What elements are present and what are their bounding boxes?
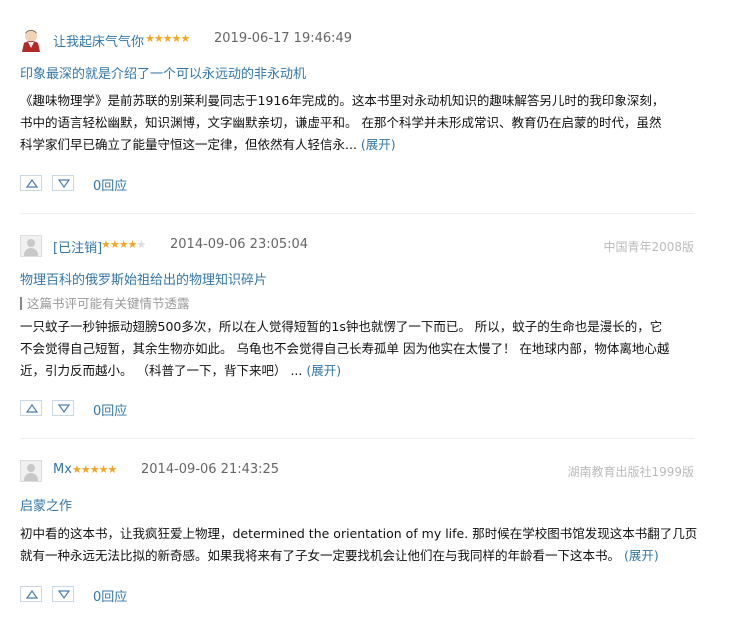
review-line: 书中的语言轻松幽默，知识渊博，文字幽默亲切，谦虚平和。 在那个科学并未形成常识、…: [20, 115, 662, 130]
review-body: 初中看的这本书，让我疯狂爱上物理，determined the orientat…: [20, 523, 700, 567]
review-body: 一只蚊子一秒钟振动翅膀500多次，所以在人觉得短暂的1s钟也就愣了一下而已。 所…: [20, 316, 700, 382]
expand-link[interactable]: (展开): [306, 363, 341, 378]
rating-stars-empty: ★: [136, 238, 146, 251]
review-line-last: 科学家们早已确立了能量守恒这一定律，但依然有人轻信永... (展开): [20, 134, 700, 156]
downvote-icon: [58, 179, 70, 188]
review-line-last: 就有一种永远无法比拟的新奇感。如果我将来有了子女一定要找机会让他们在与我同样的年…: [20, 545, 700, 567]
rating-stars: ★★★★★: [72, 463, 117, 476]
review-edition: 中国青年2008版: [603, 240, 694, 254]
rating-stars: ★★★★★: [101, 238, 146, 251]
user-avatar[interactable]: [20, 235, 42, 257]
review-username[interactable]: Mx: [53, 462, 72, 477]
review-divider: [20, 438, 695, 439]
upvote-icon: [26, 590, 38, 599]
downvote-button[interactable]: [52, 400, 74, 416]
review-line: 《趣味物理学》是前苏联的别莱利曼同志于1916年完成的。这本书里对永动机知识的趣…: [20, 93, 665, 108]
review-time: 2019-06-17 19:46:49: [214, 31, 353, 46]
expand-link[interactable]: (展开): [361, 137, 396, 152]
review-body: 《趣味物理学》是前苏联的别莱利曼同志于1916年完成的。这本书里对永动机知识的趣…: [20, 90, 700, 156]
review-line: 不会觉得自己短暂，其余生物亦如此。 乌龟也不会觉得自己长寿孤单 因为他实在太慢了…: [20, 341, 670, 356]
review-title[interactable]: 物理百科的俄罗斯始祖给出的物理知识碎片: [20, 269, 267, 288]
review-time: 2014-09-06 23:05:04: [170, 237, 309, 252]
reply-count-link[interactable]: 0回应: [93, 586, 127, 605]
user-avatar[interactable]: [20, 28, 42, 52]
review-time: 2014-09-06 21:43:25: [141, 462, 280, 477]
spoiler-warning: 这篇书评可能有关键情节透露: [20, 297, 190, 310]
downvote-icon: [58, 590, 70, 599]
review-divider: [20, 213, 695, 214]
downvote-button[interactable]: [52, 175, 74, 191]
review-line: 就有一种永远无法比拟的新奇感。如果我将来有了子女一定要找机会让他们在与我同样的年…: [20, 548, 621, 563]
downvote-icon: [58, 404, 70, 413]
review-line: 初中看的这本书，让我疯狂爱上物理，determined the orientat…: [20, 526, 698, 541]
rating-stars-filled: ★★★★★: [72, 463, 117, 476]
review-username[interactable]: 让我起床气气你: [53, 31, 144, 50]
review-line: 近，引力反而越小。 （科普了一下，背下来吧） ...: [20, 363, 303, 378]
rating-stars-filled: ★★★★★: [145, 32, 190, 45]
rating-stars: ★★★★★: [145, 32, 190, 45]
upvote-button[interactable]: [20, 586, 42, 602]
downvote-button[interactable]: [52, 586, 74, 602]
review-line: 科学家们早已确立了能量守恒这一定律，但依然有人轻信永...: [20, 137, 357, 152]
upvote-icon: [26, 179, 38, 188]
expand-link[interactable]: (展开): [624, 548, 659, 563]
reply-count-link[interactable]: 0回应: [93, 400, 127, 419]
upvote-button[interactable]: [20, 400, 42, 416]
review-line: 一只蚊子一秒钟振动翅膀500多次，所以在人觉得短暂的1s钟也就愣了一下而已。 所…: [20, 319, 663, 334]
upvote-button[interactable]: [20, 175, 42, 191]
review-line-last: 近，引力反而越小。 （科普了一下，背下来吧） ... (展开): [20, 360, 700, 382]
rating-stars-filled: ★★★★: [101, 238, 137, 251]
review-title[interactable]: 启蒙之作: [20, 495, 72, 514]
review-edition: 湖南教育出版社1999版: [567, 465, 694, 479]
upvote-icon: [26, 404, 38, 413]
user-avatar[interactable]: [20, 460, 42, 482]
reply-count-link[interactable]: 0回应: [93, 175, 127, 194]
review-title[interactable]: 印象最深的就是介绍了一个可以永远动的非永动机: [20, 63, 306, 82]
user-avatar-photo: [22, 30, 40, 52]
review-username[interactable]: [已注销]: [53, 237, 102, 256]
